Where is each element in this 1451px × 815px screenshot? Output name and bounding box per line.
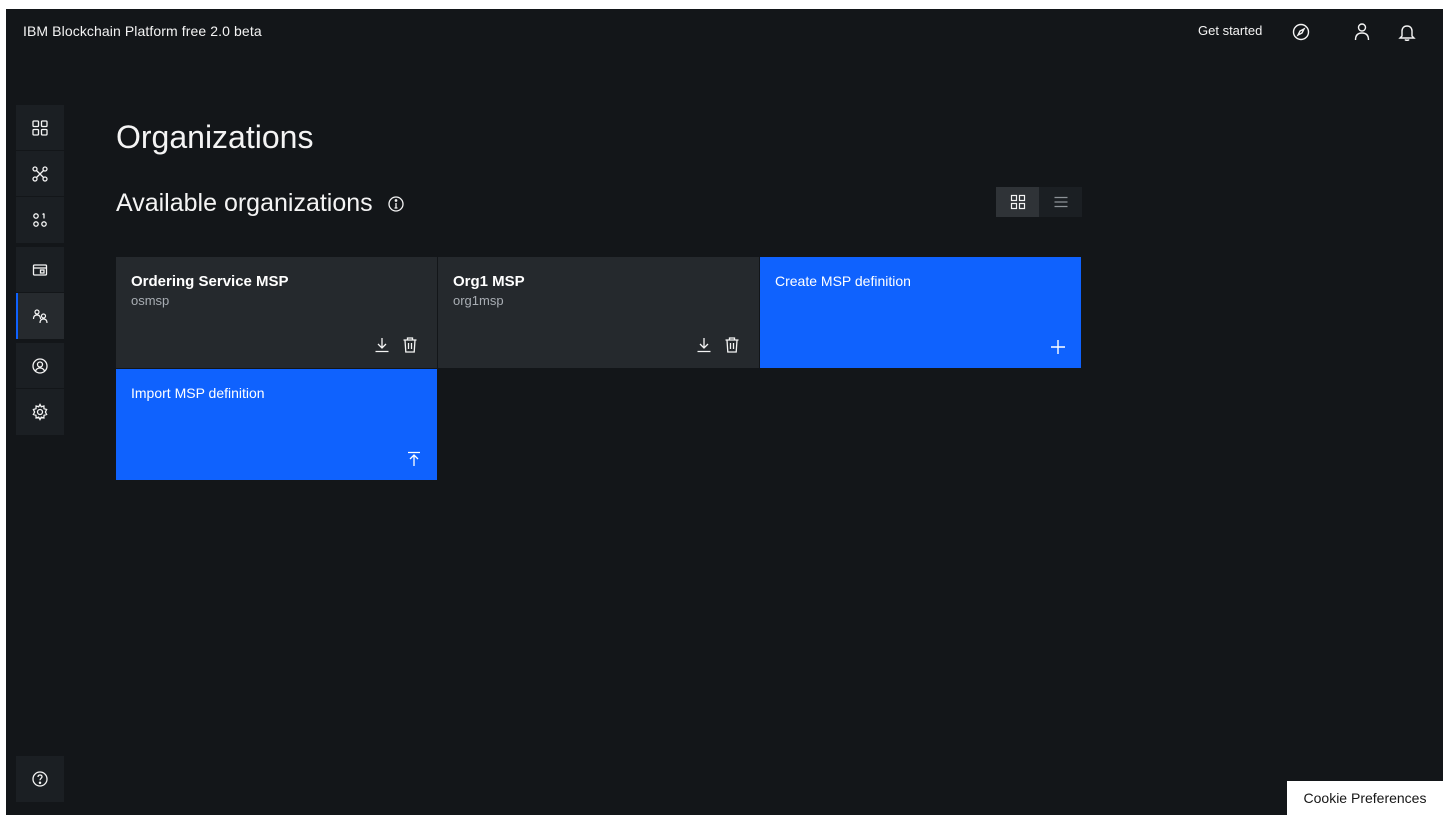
grid-view-icon xyxy=(1010,194,1025,210)
org-tile-ordering-service[interactable]: Ordering Service MSP osmsp xyxy=(116,257,437,368)
nav-settings[interactable] xyxy=(16,389,64,435)
nav-organizations[interactable] xyxy=(16,293,64,339)
trash-icon[interactable] xyxy=(401,336,419,354)
section-title-text: Available organizations xyxy=(116,189,373,217)
import-msp-tile[interactable]: Import MSP definition xyxy=(116,369,437,480)
organizations-icon xyxy=(32,309,48,324)
nav-wallet[interactable] xyxy=(16,247,64,293)
nodes-icon xyxy=(33,212,47,227)
create-msp-tile[interactable]: Create MSP definition xyxy=(760,257,1081,368)
org-msp-id: osmsp xyxy=(131,293,170,308)
trash-icon[interactable] xyxy=(723,336,741,354)
list-view-button[interactable] xyxy=(1039,187,1082,217)
view-toggle xyxy=(996,187,1082,217)
org-tile-org1[interactable]: Org1 MSP org1msp xyxy=(438,257,759,368)
grid-view-button[interactable] xyxy=(996,187,1039,217)
page-title: Organizations xyxy=(116,119,314,155)
settings-icon xyxy=(32,403,48,421)
compass-icon[interactable] xyxy=(1290,21,1312,43)
nav-group-identity xyxy=(16,247,64,339)
app-screen: IBM Blockchain Platform free 2.0 beta Ge… xyxy=(6,9,1443,815)
add-icon xyxy=(1049,338,1067,356)
tile-actions xyxy=(695,336,741,354)
user-icon[interactable] xyxy=(1351,21,1373,43)
org-name: Org1 MSP xyxy=(453,273,525,290)
org-name: Ordering Service MSP xyxy=(131,273,289,290)
top-bar: IBM Blockchain Platform free 2.0 beta Ge… xyxy=(6,9,1443,55)
app-title: IBM Blockchain Platform free 2.0 beta xyxy=(23,23,262,39)
download-icon[interactable] xyxy=(373,336,391,354)
nav-nodes[interactable] xyxy=(16,197,64,243)
help-button[interactable] xyxy=(16,756,64,802)
list-view-icon xyxy=(1054,196,1067,208)
nav-users[interactable] xyxy=(16,343,64,389)
cookie-preferences-button[interactable]: Cookie Preferences xyxy=(1287,781,1443,815)
network-icon xyxy=(32,165,48,182)
org-msp-id: org1msp xyxy=(453,293,504,308)
upload-icon xyxy=(405,450,423,468)
import-msp-label: Import MSP definition xyxy=(131,385,265,401)
notification-icon[interactable] xyxy=(1396,21,1418,43)
dashboard-icon xyxy=(32,119,48,136)
nav-dashboard[interactable] xyxy=(16,105,64,151)
tile-actions xyxy=(373,336,419,354)
nav-group-main xyxy=(16,105,64,243)
info-icon[interactable] xyxy=(387,195,405,213)
wallet-icon xyxy=(32,263,48,276)
create-msp-label: Create MSP definition xyxy=(775,273,911,289)
help-icon xyxy=(32,771,48,787)
nav-group-admin xyxy=(16,343,64,435)
side-nav xyxy=(16,105,64,439)
download-icon[interactable] xyxy=(695,336,713,354)
users-icon xyxy=(32,357,48,374)
get-started-link[interactable]: Get started xyxy=(1198,23,1262,38)
section-title: Available organizations xyxy=(116,189,405,218)
nav-network[interactable] xyxy=(16,151,64,197)
